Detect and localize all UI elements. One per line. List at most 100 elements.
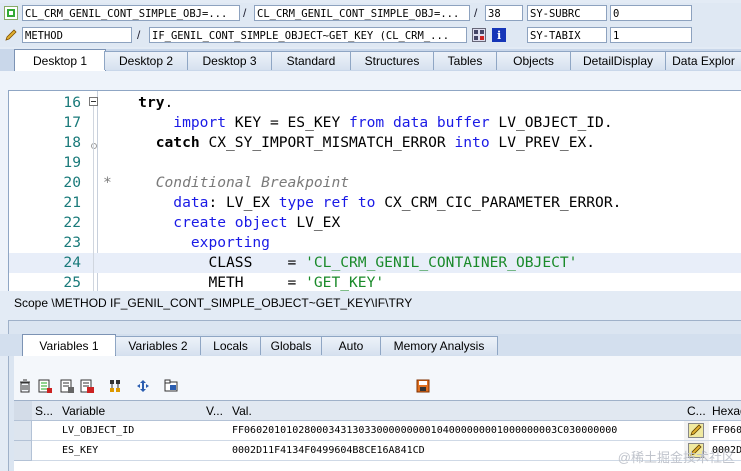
header-change[interactable]: C... [684,401,710,421]
program-field[interactable]: CL_CRM_GENIL_CONT_SIMPLE_OBJ=... [22,5,240,21]
scope-bar: Scope \METHOD IF_GENIL_CONT_SIMPLE_OBJEC… [0,291,741,315]
sysval-field[interactable]: 1 [610,27,692,43]
code-token: import [173,114,227,131]
program-icon [4,6,18,20]
tab-desktop-1[interactable]: Desktop 1 [14,49,106,71]
header-value[interactable]: Val. [229,401,685,421]
code-token: exporting [190,234,270,251]
line-number: 20 [63,174,81,191]
code-text: METH = 'GET_KEY' [103,273,384,291]
code-text: exporting [103,233,270,253]
separator: / [137,28,141,42]
header-hexadecimal[interactable]: Hexade [709,401,741,421]
code-token: : LV_EX [208,194,279,211]
code-token: CX_CRM_CIC_PARAMETER_ERROR. [375,194,622,211]
code-editor[interactable]: 16 try. 17 import KEY = ES_KEY from data … [8,90,741,291]
code-line[interactable]: 18 catch CX_SY_IMPORT_MISMATCH_ERROR int… [9,133,741,153]
event-type-field[interactable]: METHOD [22,27,132,43]
code-line[interactable]: 20 * Conditional Breakpoint [9,173,741,193]
sysvar-field[interactable]: SY-TABIX [527,27,607,43]
export-list-icon[interactable] [80,379,94,393]
value-cell[interactable]: 0002D11F4134F0499604B8CE16A841CD [229,441,685,461]
code-line[interactable]: 19 [9,153,741,173]
variable-cell[interactable]: ES_KEY [59,441,204,461]
header-status[interactable]: S... [32,401,60,421]
code-text: import KEY = ES_KEY from data buffer LV_… [103,113,613,133]
variables-toolbar [0,374,741,398]
detail-list-icon[interactable] [60,379,74,393]
tab-variables-2[interactable]: Variables 2 [115,336,201,355]
move-arrows-icon[interactable] [136,379,150,393]
include-field[interactable]: CL_CRM_GENIL_CONT_SIMPLE_OBJ=... [254,5,470,21]
code-token: LV_OBJECT_ID. [489,114,613,131]
event-field[interactable]: IF_GENIL_CONT_SIMPLE_OBJECT~GET_KEY (CL_… [149,27,467,43]
code-token: into [454,134,490,151]
tab-desktop-3[interactable]: Desktop 3 [187,51,272,70]
tab-locals[interactable]: Locals [200,336,261,355]
code-line[interactable]: 25 METH = 'GET_KEY' [9,273,741,291]
line-number: 21 [63,194,81,211]
sort-list-icon[interactable] [38,379,52,393]
save-icon[interactable] [416,379,430,393]
variable-cell[interactable]: LV_OBJECT_ID [59,421,204,441]
code-line[interactable]: 23 exporting [9,233,741,253]
line-number: 23 [63,234,81,251]
folder-icon[interactable] [164,379,178,393]
sysvar-field[interactable]: SY-SUBRC [527,5,607,21]
v-cell [203,441,230,461]
hex-cell[interactable]: FF060 [709,421,741,441]
header-row-program: CL_CRM_GENIL_CONT_SIMPLE_OBJ=... / CL_CR… [0,3,741,25]
code-token: create object [173,214,288,231]
header-variable[interactable]: Variable [59,401,204,421]
tab-tables[interactable]: Tables [433,51,497,70]
separator: / [243,6,247,20]
watermark: @稀土掘金技术社区 [617,450,735,465]
tab-structures[interactable]: Structures [350,51,434,70]
line-number: 24 [63,254,81,271]
code-text: CLASS = 'CL_CRM_GENIL_CONTAINER_OBJECT' [103,253,577,273]
info-icon[interactable]: i [492,28,506,42]
code-line[interactable]: 21 data: LV_EX type ref to CX_CRM_CIC_PA… [9,193,741,213]
code-line[interactable]: 22 create object LV_EX [9,213,741,233]
status-cell [32,441,60,461]
tab-auto[interactable]: Auto [321,336,381,355]
row-select[interactable] [14,441,32,461]
value-cell[interactable]: FF06020101028000343130330000000001040000… [229,421,685,441]
code-line[interactable]: 16 try. [9,93,741,113]
tab-memory-analysis[interactable]: Memory Analysis [380,336,498,355]
tab-desktop-2[interactable]: Desktop 2 [104,51,188,70]
tab-variables-1[interactable]: Variables 1 [22,334,116,356]
code-token: CLASS = [208,254,306,271]
fold-guide [93,106,94,291]
code-text: create object LV_EX [103,213,340,233]
code-line[interactable]: 17 import KEY = ES_KEY from data buffer … [9,113,741,133]
tab-globals[interactable]: Globals [260,336,322,355]
code-token: METH = [208,274,306,291]
delete-icon[interactable] [18,379,32,393]
hierarchy-icon[interactable] [108,379,122,393]
code-text: try. [103,93,173,113]
row-select[interactable] [14,421,32,441]
edit-pencil-icon[interactable] [688,423,704,438]
tab-detaildisplay[interactable]: DetailDisplay [570,51,666,70]
code-token: . [164,94,174,111]
code-token: 'GET_KEY' [305,274,385,291]
change-cell[interactable] [684,421,710,441]
tab-objects[interactable]: Objects [496,51,571,70]
code-text: data: LV_EX type ref to CX_CRM_CIC_PARAM… [103,193,621,213]
tab-data-explorer[interactable]: Data Explor [665,51,741,70]
line-field[interactable]: 38 [485,5,523,21]
code-line[interactable]: 24 CLASS = 'CL_CRM_GENIL_CONTAINER_OBJEC… [9,253,741,273]
pencil-icon [4,28,18,42]
tab-standard[interactable]: Standard [271,51,351,70]
code-token: try [138,94,165,111]
status-cell [32,421,60,441]
code-token: 'CL_CRM_GENIL_CONTAINER_OBJECT' [305,254,578,271]
grid-icon[interactable] [472,28,486,42]
code-token: catch [155,134,200,151]
header-v[interactable]: V... [203,401,230,421]
sysval-field[interactable]: 0 [610,5,692,21]
code-token: from data buffer [349,114,490,131]
fold-marker-icon [91,143,97,149]
svg-text:i: i [497,29,501,42]
